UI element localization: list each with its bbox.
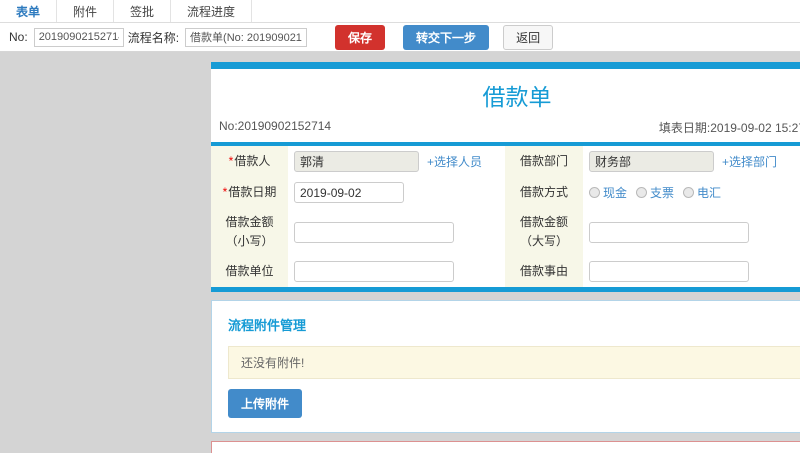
tab-approval[interactable]: 签批 (114, 0, 172, 22)
attachments-panel: 流程附件管理 还没有附件! 上传附件 (211, 300, 800, 434)
panel-bottom-bar (211, 287, 800, 293)
panel-top-bar (211, 62, 800, 69)
select-person-link[interactable]: +选择人员 (427, 153, 482, 170)
amount-upper-cell (583, 208, 800, 257)
radio-cash-label[interactable]: 现金 (603, 184, 627, 201)
process-name-label: 流程名称: (127, 30, 180, 45)
loan-form-panel: 借款单 No:20190902152714 填表日期:2019-09-02 15… (211, 62, 800, 293)
process-name-input[interactable] (185, 27, 308, 47)
form-no: No:20190902152714 (219, 119, 332, 133)
borrower-cell: +选择人员 (288, 146, 505, 177)
required-asterisk: * (228, 153, 234, 168)
amount-upper-input[interactable] (589, 221, 749, 243)
department-cell: +选择部门 (583, 146, 800, 177)
upload-attachment-button[interactable]: 上传附件 (228, 389, 303, 419)
form-date: 填表日期:2019-09-02 15:27:1 (658, 121, 800, 135)
department-label: 借款部门 (505, 146, 583, 177)
required-asterisk: * (222, 184, 228, 199)
amount-lower-label: 借款金额（小写） (211, 208, 288, 257)
form-meta-row: No:20190902152714 填表日期:2019-09-02 15:27:… (211, 117, 800, 142)
amount-lower-cell (288, 208, 505, 257)
loan-date-label: *借款日期 (211, 177, 288, 208)
loan-unit-cell (288, 256, 505, 288)
save-button[interactable]: 保存 (335, 24, 386, 50)
no-attachments-alert: 还没有附件! (228, 346, 800, 380)
amount-lower-input[interactable] (294, 221, 454, 243)
toolbar: No: 流程名称: 保存 转交下一步 返回 (0, 23, 800, 52)
form-fields-grid: *借款人 +选择人员 借款部门 +选择部门 *借款日期 借款方式 现金 (211, 146, 800, 288)
back-button[interactable]: 返回 (503, 24, 554, 50)
tab-attachments[interactable]: 附件 (57, 0, 115, 22)
loan-date-input[interactable] (294, 182, 404, 203)
attachments-header: 流程附件管理 (228, 318, 307, 334)
radio-check-label[interactable]: 支票 (650, 184, 674, 201)
radio-wire-label[interactable]: 电汇 (697, 184, 721, 201)
payment-method-label: 借款方式 (505, 177, 583, 208)
borrower-input[interactable] (294, 151, 419, 172)
loan-reason-cell (583, 256, 800, 288)
approval-panel: 流程签批意见 B I abc A ⚭ ⚮ ⚑ ≣ ☰ ⇤ ⇥ ” 样式 (211, 441, 800, 453)
borrower-label: *借款人 (211, 146, 288, 177)
loan-unit-input[interactable] (294, 261, 454, 283)
form-title: 借款单 (482, 84, 552, 110)
tab-form[interactable]: 表单 (0, 0, 58, 22)
radio-check[interactable] (636, 187, 648, 198)
tab-progress[interactable]: 流程进度 (171, 0, 253, 22)
tab-bar: 表单 附件 签批 流程进度 (0, 0, 800, 23)
no-label: No: (9, 30, 28, 44)
amount-upper-label: 借款金额（大写） (505, 208, 583, 257)
no-input[interactable] (33, 27, 124, 47)
loan-date-cell (288, 177, 505, 208)
radio-wire[interactable] (683, 187, 695, 198)
radio-cash[interactable] (589, 187, 600, 198)
department-input[interactable] (589, 151, 714, 172)
transfer-next-button[interactable]: 转交下一步 (403, 24, 490, 50)
payment-method-cell: 现金 支票 电汇 (583, 177, 800, 208)
form-content-area: 借款单 No:20190902152714 填表日期:2019-09-02 15… (211, 62, 800, 453)
select-department-link[interactable]: +选择部门 (722, 153, 777, 170)
loan-reason-input[interactable] (589, 261, 749, 283)
loan-reason-label: 借款事由 (505, 256, 583, 288)
loan-unit-label: 借款单位 (211, 256, 288, 288)
